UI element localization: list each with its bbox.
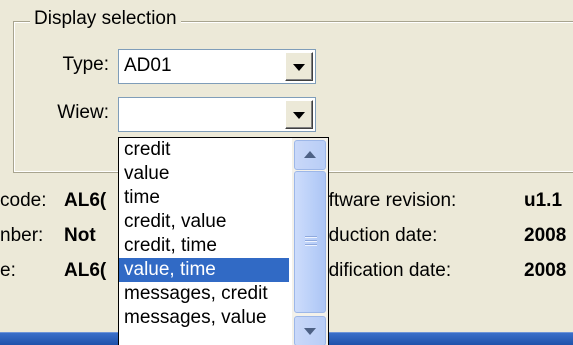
grip-line	[305, 240, 317, 241]
dropdown-item[interactable]: value, time	[119, 258, 289, 282]
view-label: Wiew:	[57, 102, 109, 123]
scroll-up-icon	[304, 151, 316, 158]
dropdown-items: credit value time credit, value credit, …	[119, 138, 289, 330]
type-dropdown-button[interactable]	[285, 52, 313, 81]
info-value-software-revision: u1.1	[524, 190, 563, 211]
dropdown-item[interactable]: credit, time	[119, 234, 289, 258]
type-value: AD01	[124, 55, 172, 76]
scroll-down-icon	[304, 328, 316, 335]
view-dropdown-list[interactable]: credit value time credit, value credit, …	[118, 137, 329, 345]
dropdown-item[interactable]: credit	[119, 138, 289, 162]
info-value-type: AL6(	[64, 260, 107, 281]
info-label-modification-date: odification date:	[318, 260, 452, 281]
view-dropdown-button[interactable]	[285, 100, 313, 129]
info-label-software-revision: oftware revision:	[318, 190, 457, 211]
info-label-production-date: oduction date:	[318, 225, 438, 246]
info-label-code: code:	[0, 190, 47, 211]
dropdown-item[interactable]: time	[119, 186, 289, 210]
dropdown-item[interactable]: messages, value	[119, 306, 289, 330]
info-value-production-date: 2008	[524, 225, 567, 246]
info-value-modification-date: 2008	[524, 260, 567, 281]
window: Display selection Type: AD01 Wiew: code:…	[0, 0, 573, 345]
grip-line	[305, 244, 317, 245]
grip-line	[305, 236, 317, 237]
dropdown-item[interactable]: messages, credit	[119, 282, 289, 306]
dropdown-item[interactable]: value	[119, 162, 289, 186]
chevron-down-icon	[293, 63, 305, 71]
type-label: Type:	[62, 54, 109, 75]
scroll-up-button[interactable]	[294, 140, 326, 170]
info-value-code: AL6(	[64, 190, 107, 211]
scrollbar-thumb[interactable]	[294, 171, 326, 313]
dropdown-scrollbar[interactable]	[292, 138, 328, 345]
info-value-number: Not	[64, 225, 96, 246]
dropdown-item[interactable]: credit, value	[119, 210, 289, 234]
info-label-type: e:	[0, 260, 16, 281]
info-label-number: nber:	[0, 225, 44, 246]
group-legend: Display selection	[30, 6, 181, 32]
scroll-down-button[interactable]	[294, 316, 326, 345]
type-combobox[interactable]: AD01	[118, 49, 316, 84]
chevron-down-icon	[293, 111, 305, 119]
view-combobox[interactable]	[118, 97, 316, 132]
